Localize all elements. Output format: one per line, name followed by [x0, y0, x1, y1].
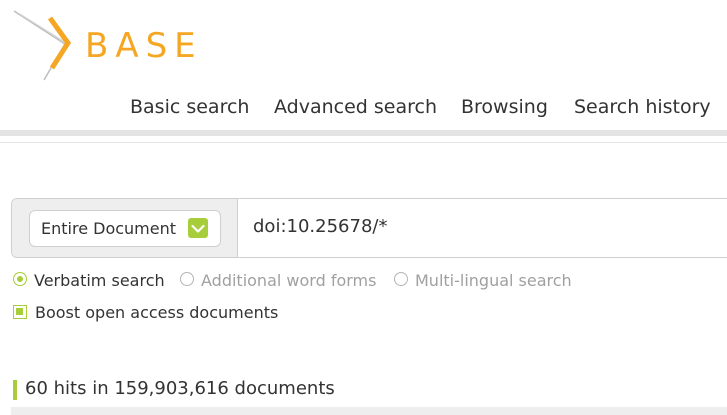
word-forms-label: Additional word forms	[201, 271, 377, 290]
nav-search-history[interactable]: Search history	[574, 94, 711, 120]
nav-divider-line	[0, 142, 727, 143]
results-accent-bar	[13, 380, 17, 400]
boost-open-access-checkbox[interactable]	[13, 305, 27, 319]
results-summary: 60 hits in 159,903,616 documents	[25, 378, 335, 399]
nav-browsing[interactable]: Browsing	[461, 94, 548, 120]
search-scope-select[interactable]: Entire Document	[29, 210, 221, 247]
verbatim-search-radio[interactable]	[13, 272, 27, 286]
logo-text: BASE	[85, 26, 203, 66]
boost-open-access-label: Boost open access documents	[35, 303, 279, 322]
base-logo[interactable]: BASE	[10, 6, 210, 84]
search-form: Entire Document doi:10.25678/*	[11, 198, 727, 258]
main-nav: Basic search Advanced search Browsing Se…	[0, 94, 727, 120]
nav-advanced-search[interactable]: Advanced search	[274, 94, 437, 120]
word-forms-radio[interactable]	[180, 272, 194, 286]
search-scope-value: Entire Document	[41, 219, 177, 238]
nav-basic-search[interactable]: Basic search	[130, 94, 249, 120]
chevron-down-icon	[188, 218, 208, 238]
search-input[interactable]: doi:10.25678/*	[253, 215, 387, 239]
nav-divider-bar	[0, 130, 727, 136]
multilingual-label: Multi-lingual search	[415, 271, 572, 290]
logo-chevron-icon	[13, 10, 72, 81]
search-scope-panel: Entire Document	[12, 199, 238, 257]
multilingual-radio[interactable]	[394, 272, 408, 286]
results-header-band	[11, 407, 727, 415]
verbatim-search-label: Verbatim search	[34, 271, 165, 290]
